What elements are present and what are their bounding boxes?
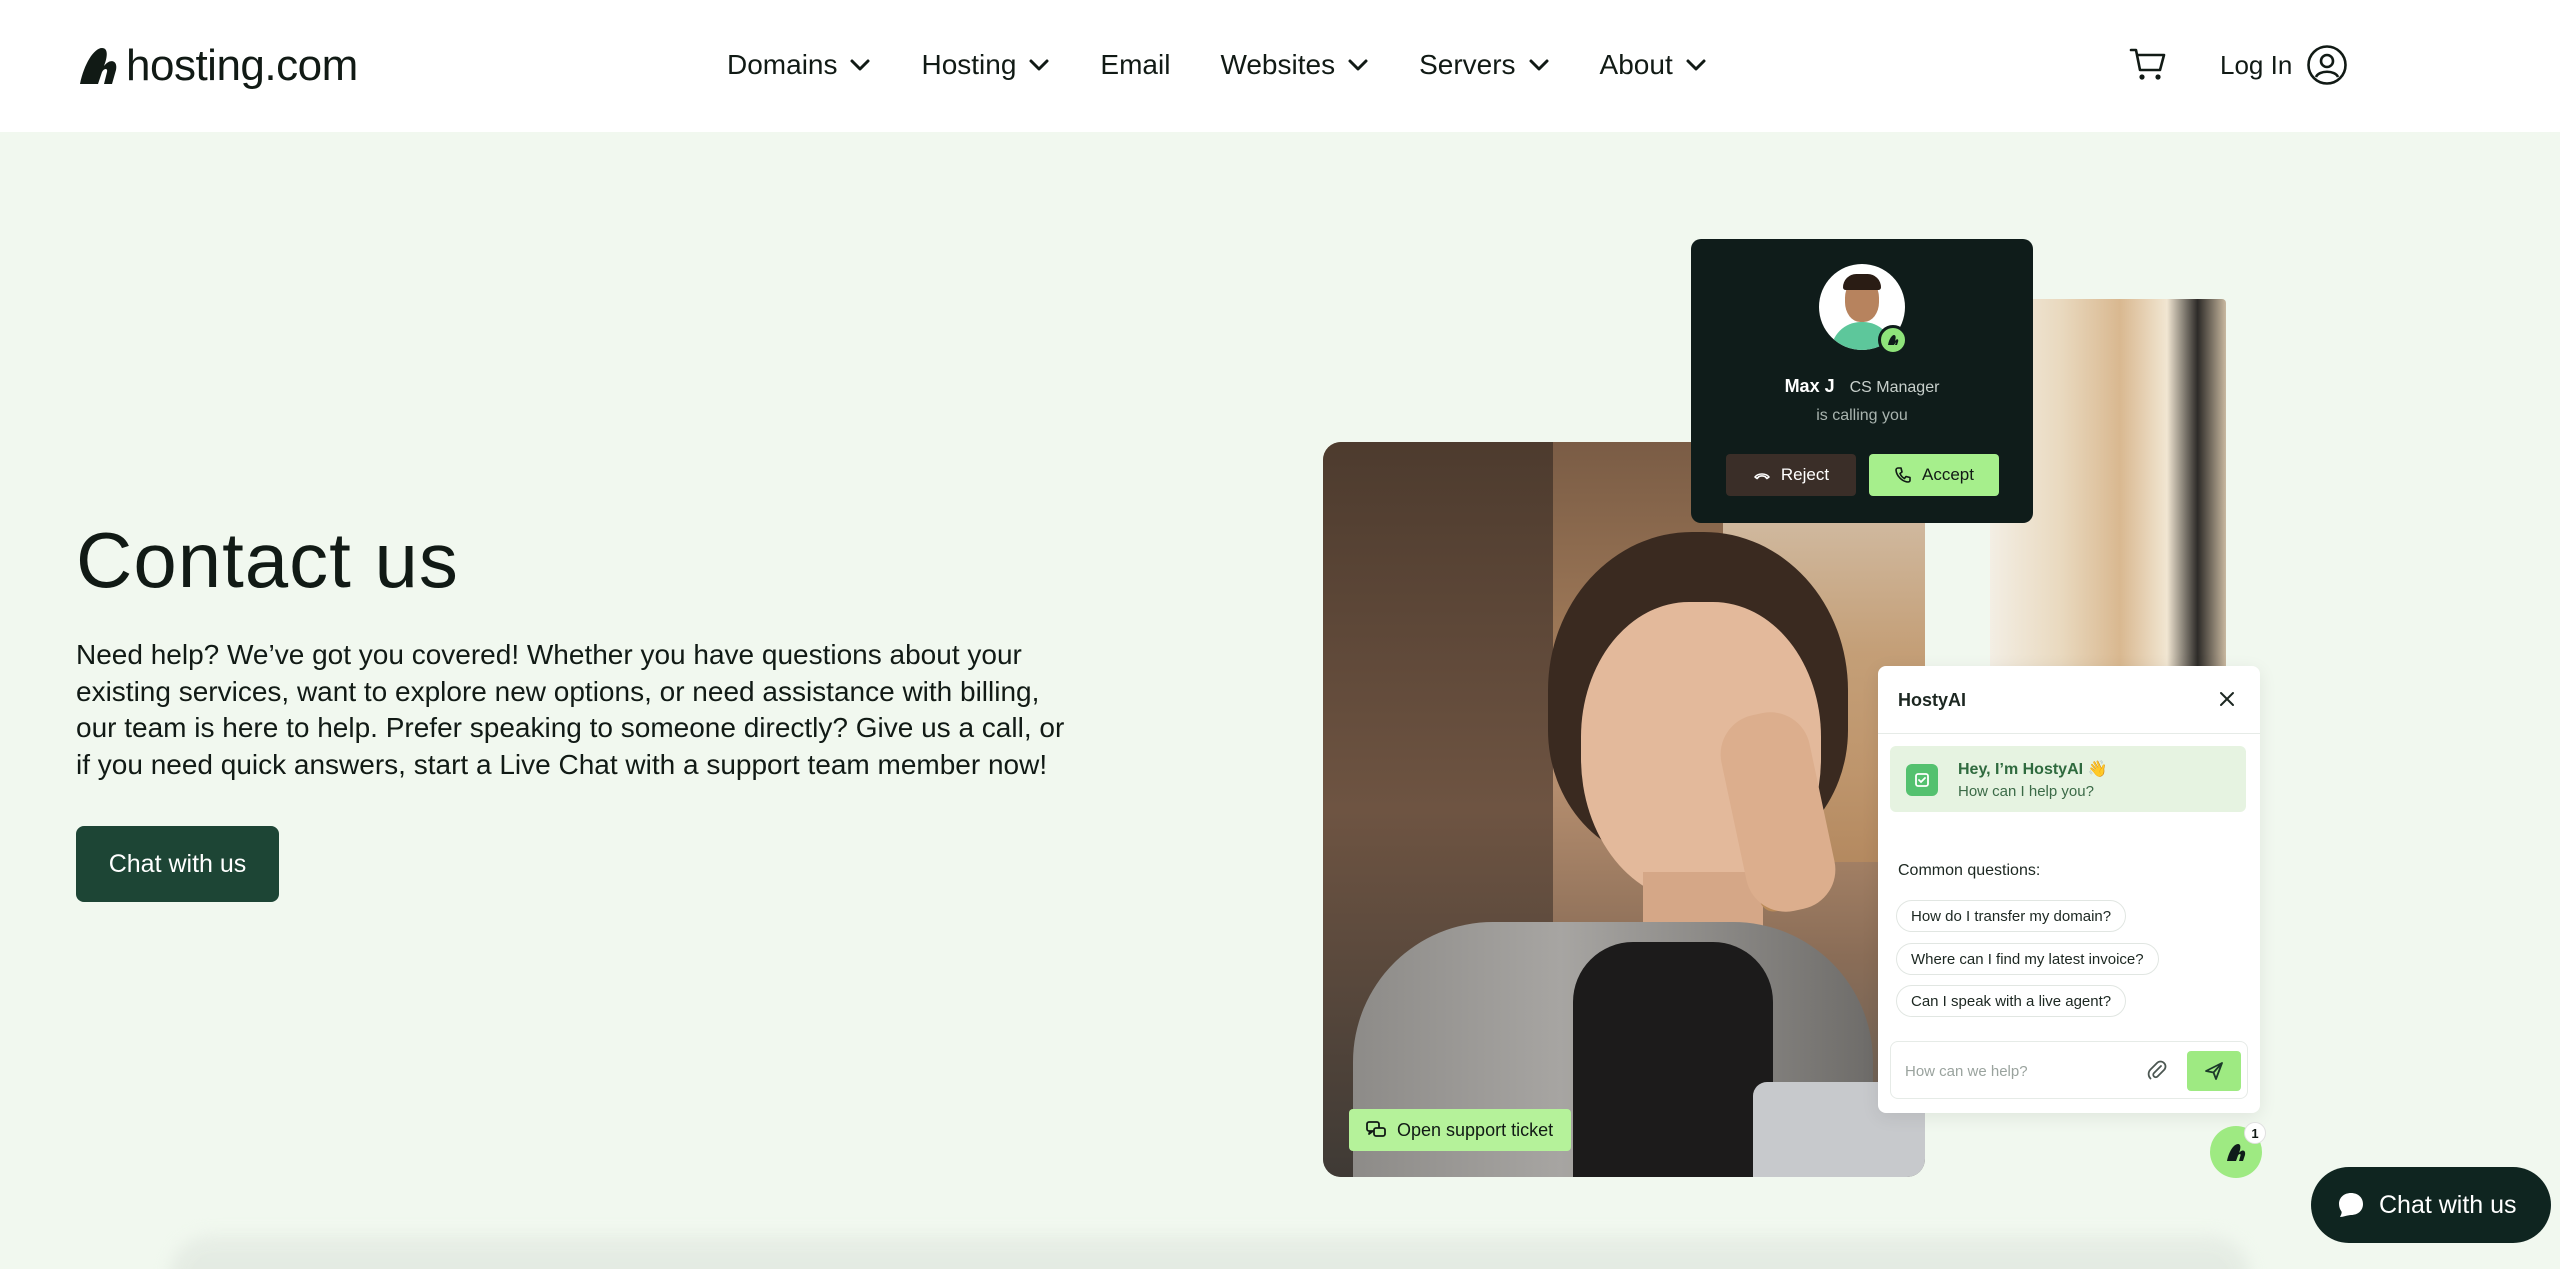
nav-item-hosting[interactable]: Hosting: [921, 49, 1050, 81]
hang-up-icon: [1754, 473, 1770, 480]
greeting-title: Hey, I’m HostyAI 👋: [1958, 761, 2108, 778]
nav-item-about[interactable]: About: [1600, 49, 1707, 81]
accept-call-button[interactable]: Accept: [1869, 454, 1999, 496]
chat-with-us-button[interactable]: Chat with us: [76, 826, 279, 902]
accept-label: Accept: [1922, 465, 1974, 484]
chevron-down-icon: [850, 59, 870, 71]
main-nav: Domains Hosting Email Websites Servers A…: [727, 40, 1757, 90]
close-icon[interactable]: [2216, 688, 2238, 710]
chevron-down-icon: [1029, 59, 1049, 71]
cart-icon[interactable]: [2128, 44, 2168, 84]
paperclip-icon[interactable]: [2145, 1059, 2169, 1083]
send-button[interactable]: [2187, 1051, 2241, 1091]
login-button[interactable]: Log In: [2220, 42, 2348, 88]
question-chip[interactable]: Can I speak with a live agent?: [1896, 985, 2127, 1017]
nav-item-websites[interactable]: Websites: [1220, 49, 1369, 81]
notification-badge: 1: [2244, 1122, 2266, 1144]
nav-item-label: About: [1599, 49, 1673, 80]
hostyai-chat-widget: HostyAI Hey, I’m HostyAI 👋 How can I hel…: [1878, 666, 2260, 1113]
call-status-text: is calling you: [1816, 407, 1908, 424]
chevron-down-icon: [1686, 59, 1706, 71]
caller-info: Max J CS Manager: [1691, 376, 2033, 397]
chat-input-container: [1890, 1041, 2248, 1099]
nav-item-servers[interactable]: Servers: [1419, 49, 1549, 81]
question-chip[interactable]: How do I transfer my domain?: [1896, 900, 2127, 932]
floating-chat-button[interactable]: Chat with us: [2311, 1167, 2551, 1243]
brand-mark-icon: [2227, 1144, 2246, 1161]
caller-role: CS Manager: [1849, 379, 1940, 396]
nav-item-label: Hosting: [921, 49, 1017, 80]
chevron-down-icon: [1348, 59, 1368, 71]
chat-bubbles-icon: [1366, 1121, 1386, 1137]
logo[interactable]: hosting.com: [76, 38, 358, 94]
bot-icon: [1906, 764, 1938, 796]
nav-item-email[interactable]: Email: [1100, 49, 1170, 81]
login-label: Log In: [2220, 49, 2293, 80]
brand-mark-icon: [1888, 335, 1899, 345]
incoming-call-card: Max J CS Manager is calling you Reject A…: [1691, 239, 2033, 523]
reject-call-button[interactable]: Reject: [1726, 454, 1856, 496]
page-title: Contact us: [76, 516, 459, 604]
hero-description: Need help? We’ve got you covered! Whethe…: [76, 639, 1065, 780]
nav-item-label: Servers: [1419, 49, 1516, 80]
next-section-card: [170, 1235, 2250, 1269]
send-icon: [2205, 1062, 2223, 1080]
avatar-hair: [1843, 274, 1881, 290]
logo-text: hosting.com: [126, 41, 358, 90]
chat-bubble-icon: [2339, 1193, 2363, 1217]
common-questions-label: Common questions:: [1898, 862, 2041, 879]
greeting-message: Hey, I’m HostyAI 👋 How can I help you?: [1890, 746, 2246, 812]
open-support-ticket-button[interactable]: Open support ticket: [1349, 1109, 1571, 1151]
chat-message-input[interactable]: [1905, 1058, 2125, 1084]
greeting-subtitle: How can I help you?: [1958, 783, 2094, 800]
reject-label: Reject: [1780, 465, 1830, 484]
user-circle-icon: [2307, 45, 2348, 85]
caller-name: Max J: [1784, 376, 1835, 396]
chat-title: HostyAI: [1898, 690, 1967, 710]
hero-photo: [1323, 442, 1925, 1177]
nav-item-label: Websites: [1220, 49, 1336, 80]
site-header: hosting.com Domains Hosting Email Websit…: [0, 0, 2560, 132]
chat-header: HostyAI: [1878, 666, 2260, 734]
question-chip[interactable]: Where can I find my latest invoice?: [1896, 943, 2159, 975]
refresh-chat-icon: [1915, 773, 1929, 787]
photo-person-shirt: [1573, 942, 1773, 1177]
logo-mark-icon: [80, 48, 117, 84]
phone-icon: [1895, 467, 1911, 483]
ticket-label: Open support ticket: [1397, 1119, 1554, 1140]
chevron-down-icon: [1529, 59, 1549, 71]
floating-chat-label: Chat with us: [2379, 1190, 2517, 1219]
nav-item-label: Domains: [727, 49, 838, 80]
status-badge: [1878, 325, 1908, 355]
nav-item-label: Email: [1100, 49, 1171, 80]
nav-item-domains[interactable]: Domains: [727, 49, 871, 81]
